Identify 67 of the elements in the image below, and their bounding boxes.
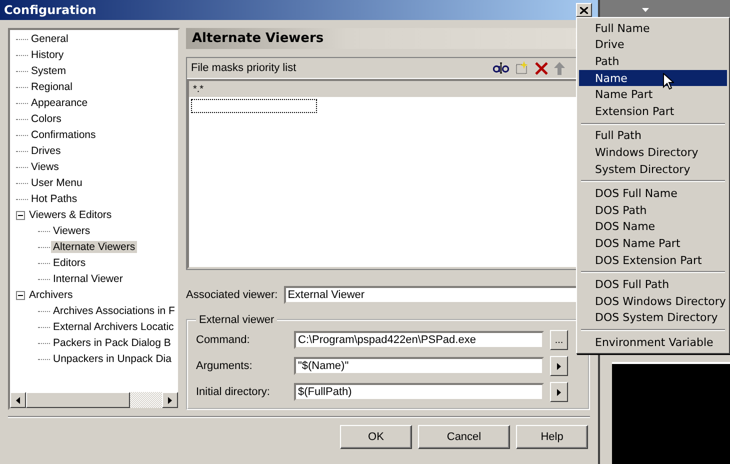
tree-item[interactable]: User Menu [29,177,84,189]
tree-item[interactable]: Confirmations [29,129,98,141]
close-icon [580,6,588,14]
menu-item[interactable]: Path [579,53,727,70]
caret-icon [642,8,648,12]
tree-item[interactable]: Archives Associations in F [51,305,177,317]
tree-item[interactable]: Appearance [29,97,90,109]
tree-item[interactable]: Internal Viewer [51,273,125,285]
menu-item[interactable]: DOS System Directory [579,310,727,326]
insert-variable-button[interactable] [550,356,568,376]
new-item-icon[interactable] [515,61,529,75]
close-button[interactable] [576,3,592,17]
tree-item[interactable]: Regional [29,81,74,93]
tree-item[interactable]: External Archivers Locatic [51,321,176,333]
tree-item[interactable]: Drives [29,145,63,157]
menu-item[interactable]: Full Name [579,20,727,37]
mask-edit-field[interactable] [191,99,317,113]
tree-item[interactable]: History [29,49,66,61]
arrow-right-icon [168,396,172,404]
field-label: Arguments: [196,360,254,372]
arrow-right-icon [557,388,561,396]
tree-item[interactable]: Unpackers in Unpack Dia [51,353,174,365]
tree-item[interactable]: Hot Paths [29,193,80,205]
tree-item[interactable]: General [29,33,70,45]
insert-variable-button[interactable] [550,382,568,402]
browse-button[interactable]: ... [550,330,568,350]
field-label: Command: [196,334,251,346]
menu-item[interactable]: Full Path [579,128,727,144]
dialog-button[interactable]: Help [516,425,588,449]
input-field[interactable]: $(FullPath) [294,383,544,401]
menu-item[interactable]: DOS Path [579,202,727,219]
window-title: Configuration [4,3,96,17]
tree-item[interactable]: Alternate Viewers [51,241,138,253]
collapse-icon[interactable] [16,210,25,220]
arrow-left-icon [16,396,20,404]
list-title: File masks priority list [191,62,296,74]
field-label: Initial directory: [196,386,271,398]
tree-item[interactable]: Viewers & Editors [27,209,114,221]
dialog-button[interactable]: OK [340,425,412,449]
field-label: Associated viewer: [186,289,278,301]
delete-icon[interactable] [535,62,548,74]
tree-item[interactable]: System [29,65,68,77]
collapse-icon[interactable] [16,290,25,300]
arrow-right-icon [557,362,561,370]
menu-item[interactable]: DOS Extension Part [579,252,727,268]
menu-item[interactable]: Windows Directory [579,144,727,161]
input-field[interactable]: "$(Name)" [294,357,544,375]
menu-item[interactable]: DOS Full Name [579,185,727,202]
dialog-button[interactable]: Cancel [418,425,510,449]
tree-item[interactable]: Views [29,161,61,173]
cursor-icon [663,72,674,90]
tree-item[interactable]: Colors [29,113,64,125]
page-title: Alternate Viewers [192,31,324,46]
menu-item[interactable]: DOS Name [579,218,727,236]
menu-item[interactable]: Environment Variable [579,334,727,351]
tree-item[interactable]: Packers in Pack Dialog B [51,337,173,349]
tree-item[interactable]: Archivers [27,289,75,301]
horizontal-scrollbar[interactable] [10,392,178,408]
menu-item[interactable]: System Directory [579,160,727,178]
tree-item[interactable]: Editors [51,257,88,269]
rename-icon[interactable] [493,62,509,74]
menu-item[interactable]: Drive [579,36,727,54]
input-field[interactable]: C:\Program\pspad422en\PSPad.exe [294,331,544,349]
tree-item[interactable]: Viewers [51,225,92,237]
menu-item[interactable]: DOS Name Part [579,235,727,252]
menu-item[interactable]: Extension Part [579,102,727,120]
group-title: External viewer [198,314,276,326]
